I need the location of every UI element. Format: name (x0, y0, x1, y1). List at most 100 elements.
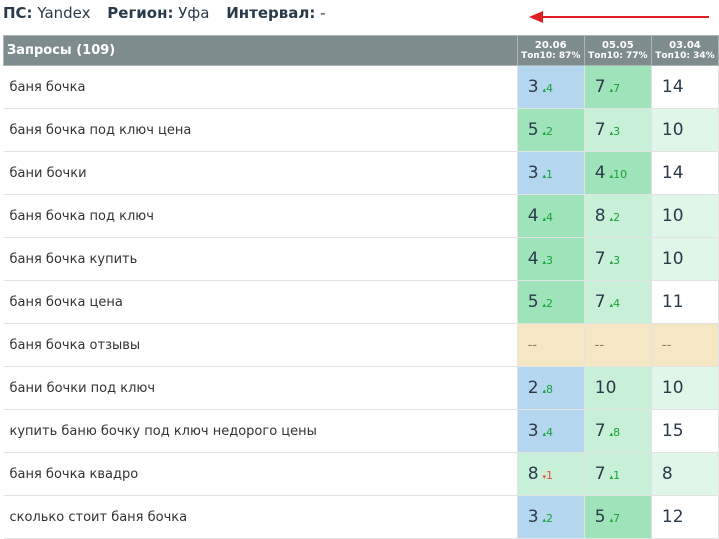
position-cell: 5 ▴2 (517, 108, 585, 152)
position-value: 4 (527, 249, 539, 269)
position-change-value: 4 (546, 211, 554, 224)
position-change-up-icon: ▴1 (543, 168, 554, 181)
position-cell: 8 ▾1 (517, 452, 585, 496)
table-row: сколько стоит баня бочка 3 ▴2 5 ▴7 12 (3, 495, 719, 539)
position-value: 7 (594, 464, 606, 484)
query-cell[interactable]: бани бочки под ключ (3, 366, 518, 410)
query-cell[interactable]: баня бочка под ключ цена (3, 108, 518, 152)
position-cell: 10 (651, 194, 719, 238)
position-value: 7 (594, 120, 606, 140)
position-change-value: 3 (613, 254, 621, 267)
position-change-up-icon: ▴4 (543, 211, 554, 224)
position-change-value: 4 (546, 82, 554, 95)
position-change-up-icon: ▴7 (610, 82, 621, 95)
position-cell: 11 (651, 280, 719, 324)
position-change-up-icon: ▴10 (610, 168, 628, 181)
position-cell: 3 ▴2 (517, 495, 585, 539)
position-value: 10 (661, 378, 684, 398)
query-cell[interactable]: баня бочка цена (3, 280, 518, 324)
position-change-value: 8 (546, 383, 554, 396)
position-value: 7 (594, 292, 606, 312)
position-cell: 7 ▴8 (584, 409, 652, 453)
position-change-up-icon: ▴3 (543, 254, 554, 267)
table-row: баня бочка под ключ 4 ▴4 8 ▴2 10 (3, 194, 719, 238)
position-cell: 15 (651, 409, 719, 453)
position-value: 5 (527, 292, 539, 312)
position-change-up-icon: ▴2 (610, 211, 621, 224)
position-change-up-icon: ▴7 (610, 512, 621, 525)
position-value: 11 (661, 292, 684, 312)
position-cell: -- (517, 323, 585, 367)
table-row: баня бочка купить 4 ▴3 7 ▴3 10 (3, 237, 719, 281)
position-change-value: 4 (613, 297, 621, 310)
query-cell[interactable]: баня бочка квадро (3, 452, 518, 496)
search-engine-filter: ПС: Yandex (3, 4, 91, 22)
position-value: 7 (594, 77, 606, 97)
position-cell: 10 (651, 237, 719, 281)
position-value: -- (527, 337, 538, 353)
position-change-value: 2 (546, 297, 554, 310)
position-change-value: 1 (546, 168, 554, 181)
position-cell: 8 ▴2 (584, 194, 652, 238)
interval-filter: Интервал: - (226, 4, 326, 22)
position-value: 3 (527, 421, 539, 441)
position-value: 2 (527, 378, 539, 398)
position-value: 5 (527, 120, 539, 140)
position-value: 3 (527, 77, 539, 97)
position-change-value: 2 (546, 512, 554, 525)
table-row: баня бочка 3 ▴4 7 ▴7 14 (3, 65, 719, 109)
table-row: бани бочки под ключ 2 ▴8 10 10 (3, 366, 719, 410)
query-cell[interactable]: купить баню бочку под ключ недорого цены (3, 409, 518, 453)
position-change-value: 7 (613, 512, 621, 525)
position-value: 4 (594, 163, 606, 183)
position-change-value: 4 (546, 426, 554, 439)
position-value: 10 (661, 249, 684, 269)
position-cell: 7 ▴3 (584, 237, 652, 281)
query-cell[interactable]: бани бочки (3, 151, 518, 195)
position-value: 4 (527, 206, 539, 226)
position-change-up-icon: ▴2 (543, 512, 554, 525)
position-cell: 4 ▴3 (517, 237, 585, 281)
date-column-header[interactable]: 03.04 Топ10: 34% (650, 35, 719, 66)
position-change-up-icon: ▴4 (543, 82, 554, 95)
position-value: -- (594, 337, 605, 353)
position-cell: 7 ▴3 (584, 108, 652, 152)
query-cell[interactable]: сколько стоит баня бочка (3, 495, 518, 539)
query-cell[interactable]: баня бочка (3, 65, 518, 109)
position-value: 12 (661, 507, 684, 527)
position-cell: 4 ▴10 (584, 151, 652, 195)
position-cell: 14 (651, 151, 719, 195)
position-change-up-icon: ▴2 (543, 297, 554, 310)
query-cell[interactable]: баня бочка купить (3, 237, 518, 281)
date-column-header[interactable]: 05.05 Топ10: 77% (583, 35, 652, 66)
position-value: 8 (661, 464, 673, 484)
position-change-value: 10 (613, 168, 628, 181)
position-change-up-icon: ▴1 (610, 469, 621, 482)
position-change-value: 3 (613, 125, 621, 138)
position-value: 10 (594, 378, 617, 398)
position-cell: 10 (584, 366, 652, 410)
position-cell: 7 ▴1 (584, 452, 652, 496)
position-cell: 3 ▴1 (517, 151, 585, 195)
region-filter: Регион: Уфа (107, 4, 210, 22)
table-row: бани бочки 3 ▴1 4 ▴10 14 (3, 151, 719, 195)
position-change-value: 3 (546, 254, 554, 267)
position-value: 8 (527, 464, 539, 484)
queries-column-header[interactable]: Запросы (109) (3, 35, 518, 66)
query-cell[interactable]: баня бочка отзывы (3, 323, 518, 367)
position-change-value: 1 (546, 469, 554, 482)
position-change-value: 8 (613, 426, 621, 439)
position-value: 5 (594, 507, 606, 527)
position-value: -- (661, 337, 672, 353)
query-cell[interactable]: баня бочка под ключ (3, 194, 518, 238)
position-value: 8 (594, 206, 606, 226)
date-column-header[interactable]: 20.06 Топ10: 87% (516, 35, 585, 66)
position-cell: -- (584, 323, 652, 367)
position-value: 14 (661, 163, 684, 183)
position-change-up-icon: ▴3 (610, 254, 621, 267)
position-change-value: 1 (613, 469, 621, 482)
position-cell: 3 ▴4 (517, 409, 585, 453)
position-change-up-icon: ▴4 (610, 297, 621, 310)
position-cell: 8 (651, 452, 719, 496)
position-value: 14 (661, 77, 684, 97)
